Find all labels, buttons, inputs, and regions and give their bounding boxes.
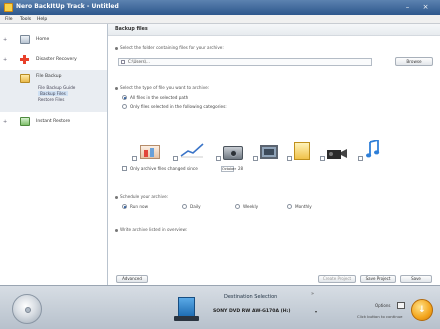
modified-date-number[interactable]: 28 bbox=[238, 166, 243, 172]
radio-run-now[interactable] bbox=[122, 204, 127, 209]
drive-icon bbox=[178, 297, 195, 317]
bullet-icon bbox=[115, 228, 118, 232]
step-file-type: Select the type of file you want to arch… bbox=[115, 85, 209, 90]
modified-checkbox[interactable] bbox=[122, 166, 127, 171]
camcorder-icon bbox=[327, 148, 347, 159]
menu-tools[interactable]: Tools bbox=[20, 16, 31, 23]
window-title: Nero BackItUp Track - Untitled bbox=[16, 3, 119, 10]
documents-icon bbox=[140, 145, 160, 159]
chart-icon bbox=[180, 142, 204, 158]
bullet-icon bbox=[115, 46, 118, 50]
path-value: C:\Users\... bbox=[128, 59, 150, 64]
options-button[interactable] bbox=[397, 302, 405, 309]
modified-label: Only archive files changed since bbox=[130, 166, 198, 171]
sidebar-item-label: File Backup bbox=[36, 74, 62, 79]
schedule-label: Run now bbox=[130, 204, 149, 209]
button-bar: Advanced Create Project Save Project Sav… bbox=[108, 272, 440, 285]
app-icon bbox=[4, 3, 13, 12]
create-project-button[interactable]: Create Project bbox=[318, 275, 356, 283]
path-input[interactable]: C:\Users\... bbox=[118, 58, 372, 66]
browse-button[interactable]: Browse bbox=[395, 57, 433, 66]
page-title: Backup files bbox=[115, 27, 148, 32]
camera-icon bbox=[223, 146, 243, 160]
destination-title: Destination Selection bbox=[224, 294, 278, 300]
restore-icon bbox=[20, 117, 30, 126]
category-checkbox[interactable] bbox=[132, 156, 137, 161]
title-bar: Nero BackItUp Track - Untitled – × bbox=[0, 0, 440, 15]
schedule-label: Monthly bbox=[295, 204, 312, 209]
bullet-icon bbox=[115, 195, 118, 199]
step-label: Write archive listed in overview: bbox=[120, 227, 188, 232]
video-icon bbox=[260, 145, 278, 159]
step-label: Schedule your archive: bbox=[120, 194, 169, 199]
panel-header: Backup files bbox=[108, 24, 440, 36]
step-label: Select the folder containing files for y… bbox=[120, 45, 224, 50]
music-icon bbox=[366, 138, 380, 158]
step-write-archive: Write archive listed in overview: bbox=[115, 227, 187, 232]
category-checkbox[interactable] bbox=[320, 156, 325, 161]
step-label: Select the type of file you want to arch… bbox=[120, 85, 210, 90]
menu-file[interactable]: File bbox=[5, 16, 13, 23]
sidebar-subitem-backup-guide[interactable]: File Backup Guide bbox=[38, 85, 75, 90]
sidebar-subitem-backup-files[interactable]: Backup Files bbox=[38, 91, 68, 96]
menu-help[interactable]: Help bbox=[37, 16, 47, 23]
expand-toggle[interactable]: + bbox=[3, 57, 7, 63]
folder-icon bbox=[20, 74, 30, 83]
chevron-down-icon[interactable]: ▾ bbox=[315, 309, 317, 315]
save-project-button[interactable]: Save Project bbox=[360, 275, 396, 283]
destination-more-button[interactable]: » bbox=[311, 291, 314, 297]
options-label: Options bbox=[375, 303, 391, 308]
burn-button[interactable]: ↓ bbox=[411, 299, 433, 321]
modified-date-select[interactable]: October bbox=[221, 166, 236, 172]
radio-weekly[interactable] bbox=[235, 204, 240, 209]
sidebar-item-file-backup[interactable]: File Backup File Backup Guide Backup Fil… bbox=[0, 70, 107, 112]
destination-bar: Destination Selection » SONY DVD RW AW-G… bbox=[0, 285, 440, 329]
document-icon bbox=[294, 142, 310, 160]
category-checkbox[interactable] bbox=[253, 156, 258, 161]
home-icon bbox=[20, 35, 30, 44]
schedule-label: Weekly bbox=[243, 204, 259, 209]
menu-bar: File Tools Help bbox=[0, 15, 440, 24]
sidebar: + Home + Disaster Recovery File Backup F… bbox=[0, 24, 108, 285]
radio-all-files-label: All files in the selected path bbox=[130, 95, 189, 100]
path-checkbox[interactable] bbox=[121, 60, 125, 64]
minimize-button[interactable]: – bbox=[402, 3, 413, 12]
sidebar-item-instant-restore[interactable]: + Instant Restore bbox=[0, 116, 107, 128]
disc-hole bbox=[25, 307, 31, 313]
radio-all-files[interactable] bbox=[122, 95, 127, 100]
radio-daily[interactable] bbox=[182, 204, 187, 209]
expand-toggle[interactable]: + bbox=[3, 119, 7, 125]
sidebar-item-disaster-recovery[interactable]: + Disaster Recovery bbox=[0, 54, 107, 66]
disc-icon bbox=[12, 294, 42, 324]
category-checkbox[interactable] bbox=[287, 156, 292, 161]
sidebar-item-label: Home bbox=[36, 37, 50, 42]
sidebar-item-label: Disaster Recovery bbox=[36, 57, 77, 62]
destination-drive-select[interactable]: SONY DVD RW AW-G170A (H:) bbox=[213, 309, 290, 315]
category-checkbox[interactable] bbox=[173, 156, 178, 161]
advanced-button[interactable]: Advanced bbox=[116, 275, 148, 283]
sidebar-item-home[interactable]: + Home bbox=[0, 34, 107, 46]
bullet-icon bbox=[115, 86, 118, 90]
save-button[interactable]: Save bbox=[400, 275, 432, 283]
sidebar-item-label: Instant Restore bbox=[36, 119, 71, 124]
step-select-folder: Select the folder containing files for y… bbox=[115, 45, 224, 50]
app-window: Nero BackItUp Track - Untitled – × File … bbox=[0, 0, 440, 329]
radio-monthly[interactable] bbox=[287, 204, 292, 209]
plus-icon bbox=[20, 55, 30, 64]
expand-toggle[interactable]: + bbox=[3, 37, 7, 43]
burn-arrow-icon: ↓ bbox=[418, 305, 426, 315]
sidebar-subitem-restore-files[interactable]: Restore Files bbox=[38, 97, 64, 102]
drive-tray-icon bbox=[174, 316, 199, 321]
main-panel: Backup files Select the folder containin… bbox=[108, 24, 440, 285]
schedule-label: Daily bbox=[190, 204, 201, 209]
category-checkbox[interactable] bbox=[216, 156, 221, 161]
close-button[interactable]: × bbox=[420, 3, 431, 12]
radio-categories[interactable] bbox=[122, 104, 127, 109]
category-checkbox[interactable] bbox=[358, 156, 363, 161]
radio-categories-label: Only files selected in the following cat… bbox=[130, 104, 227, 109]
step-schedule: Schedule your archive: bbox=[115, 194, 168, 199]
options-hint: Click button to continue bbox=[357, 314, 403, 319]
